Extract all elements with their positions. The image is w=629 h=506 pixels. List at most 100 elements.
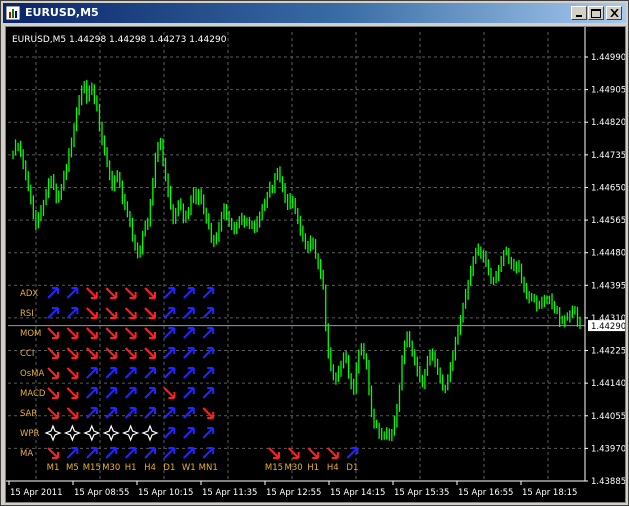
arrow-down-icon [47, 367, 59, 379]
price-tick-label: 1.44820 [591, 118, 625, 128]
arrow-up-icon [124, 387, 137, 399]
indicator-label: MA [20, 449, 33, 459]
window-title: EURUSD,M5 [25, 6, 99, 19]
price-tick-label: 1.44140 [591, 379, 625, 389]
chart-area[interactable]: 1.44990 1.44905 1.44820 1.44735 1.44650 1.445… [5, 26, 626, 503]
arrow-up-icon [183, 407, 195, 419]
arrow-up-icon [183, 287, 195, 299]
timeframe-label: MN1 [199, 463, 218, 473]
time-tick-label: 15 Apr 18:15 [522, 488, 577, 498]
arrow-up-icon [202, 427, 215, 439]
arrow-down-icon [144, 347, 156, 359]
indicator-label: WPR [20, 429, 40, 439]
arrow-up-icon [144, 407, 156, 419]
indicator-label: OsMA [20, 369, 44, 379]
arrow-down-icon [163, 387, 176, 399]
chart-window: EURUSD,M5 1.44990 1.44905 1.44820 1.44735 1.… [0, 0, 629, 506]
arrow-down-icon [47, 407, 59, 419]
arrow-down-icon [66, 367, 79, 379]
arrow-up-icon [202, 307, 215, 319]
arrow-up-icon [183, 427, 195, 439]
arrow-down-icon [268, 447, 280, 459]
price-tick-label: 1.44735 [591, 151, 625, 161]
price-chart[interactable]: 1.44990 1.44905 1.44820 1.44735 1.44650 1.445… [6, 27, 626, 502]
arrow-down-icon [105, 287, 118, 299]
arrow-up-icon [163, 307, 176, 319]
arrow-up-icon [163, 327, 176, 339]
price-tick-label: 1.44055 [591, 412, 625, 422]
arrow-up-icon [144, 367, 156, 379]
title-bar[interactable]: EURUSD,M5 [3, 3, 626, 23]
arrow-up-icon [202, 347, 215, 359]
arrow-down-icon [124, 327, 137, 339]
time-tick-label: 15 Apr 16:55 [458, 488, 513, 498]
arrow-up-icon [86, 447, 98, 459]
price-tick-label: 1.44905 [591, 86, 625, 96]
arrow-up-icon [124, 447, 137, 459]
minimize-icon [576, 15, 582, 17]
indicator-panel: ADXRSIMOMCCIOsMAMACDSARWPRMAM1 M5 M15 M30 H1… [20, 287, 359, 473]
arrow-down-icon [144, 307, 156, 319]
arrow-down-icon [86, 307, 98, 319]
time-tick-label: 15 Apr 15:35 [394, 488, 449, 498]
neutral-star-icon [83, 424, 101, 442]
arrow-up-icon [86, 407, 98, 419]
arrow-up-icon [105, 407, 118, 419]
arrow-down-icon [105, 347, 118, 359]
arrow-down-icon [202, 407, 215, 419]
time-tick-label: 15 Apr 08:55 [74, 488, 129, 498]
timeframe-label: W1 [182, 463, 196, 473]
timeframe-label: M30 [102, 463, 120, 473]
timeframe-label: H1 [307, 463, 319, 473]
maximize-button[interactable] [588, 6, 604, 20]
arrow-down-icon [86, 327, 98, 339]
time-tick-label: 15 Apr 11:35 [202, 488, 257, 498]
timeframe-label: D1 [163, 463, 175, 473]
arrow-up-icon [183, 347, 195, 359]
indicator-label: SAR [20, 409, 37, 419]
arrow-down-icon [47, 447, 59, 459]
arrow-up-icon [183, 367, 195, 379]
arrow-up-icon [105, 367, 118, 379]
arrow-up-icon [202, 327, 215, 339]
neutral-star-icon [121, 424, 140, 442]
price-tick-label: 1.44480 [591, 249, 625, 259]
arrow-up-icon [202, 387, 215, 399]
timeframe-label: H4 [144, 463, 156, 473]
timeframe-label: M5 [66, 463, 79, 473]
time-tick-label: 15 Apr 2011 [10, 488, 63, 498]
arrow-up-icon [105, 447, 118, 459]
arrow-up-icon [163, 407, 176, 419]
arrow-down-icon [66, 387, 79, 399]
arrow-up-icon [47, 307, 59, 319]
arrow-up-icon [144, 387, 156, 399]
neutral-star-icon [63, 424, 82, 442]
arrow-up-icon [66, 447, 79, 459]
arrow-up-icon [163, 427, 176, 439]
indicator-label: ADX [20, 289, 38, 299]
arrow-down-icon [47, 387, 59, 399]
arrow-up-icon [202, 287, 215, 299]
indicator-label: MACD [20, 389, 46, 399]
arrow-up-icon [163, 447, 176, 459]
indicator-label: MOM [20, 329, 41, 339]
close-icon [609, 9, 619, 17]
time-tick-label: 15 Apr 14:15 [330, 488, 385, 498]
current-price-tag: 1.44290 [588, 320, 626, 332]
price-tick-label: 1.43885 [591, 477, 625, 487]
timeframe-label: M15 [265, 463, 283, 473]
price-tick-label: 1.44225 [591, 347, 625, 357]
time-axis[interactable]: 15 Apr 2011 15 Apr 08:55 15 Apr 10:15 15 Ap… [8, 481, 577, 498]
minimize-button[interactable] [571, 6, 587, 20]
arrow-down-icon [47, 327, 59, 339]
price-tick-label: 1.43970 [591, 444, 625, 454]
arrow-up-icon [202, 447, 215, 459]
arrow-down-icon [144, 287, 156, 299]
timeframe-label: D1 [346, 463, 358, 473]
price-bars [12, 79, 581, 442]
neutral-star-icon [141, 424, 159, 442]
timeframe-label: M1 [47, 463, 60, 473]
close-button[interactable] [606, 6, 622, 20]
arrow-up-icon [66, 287, 79, 299]
arrow-up-icon [124, 407, 137, 419]
